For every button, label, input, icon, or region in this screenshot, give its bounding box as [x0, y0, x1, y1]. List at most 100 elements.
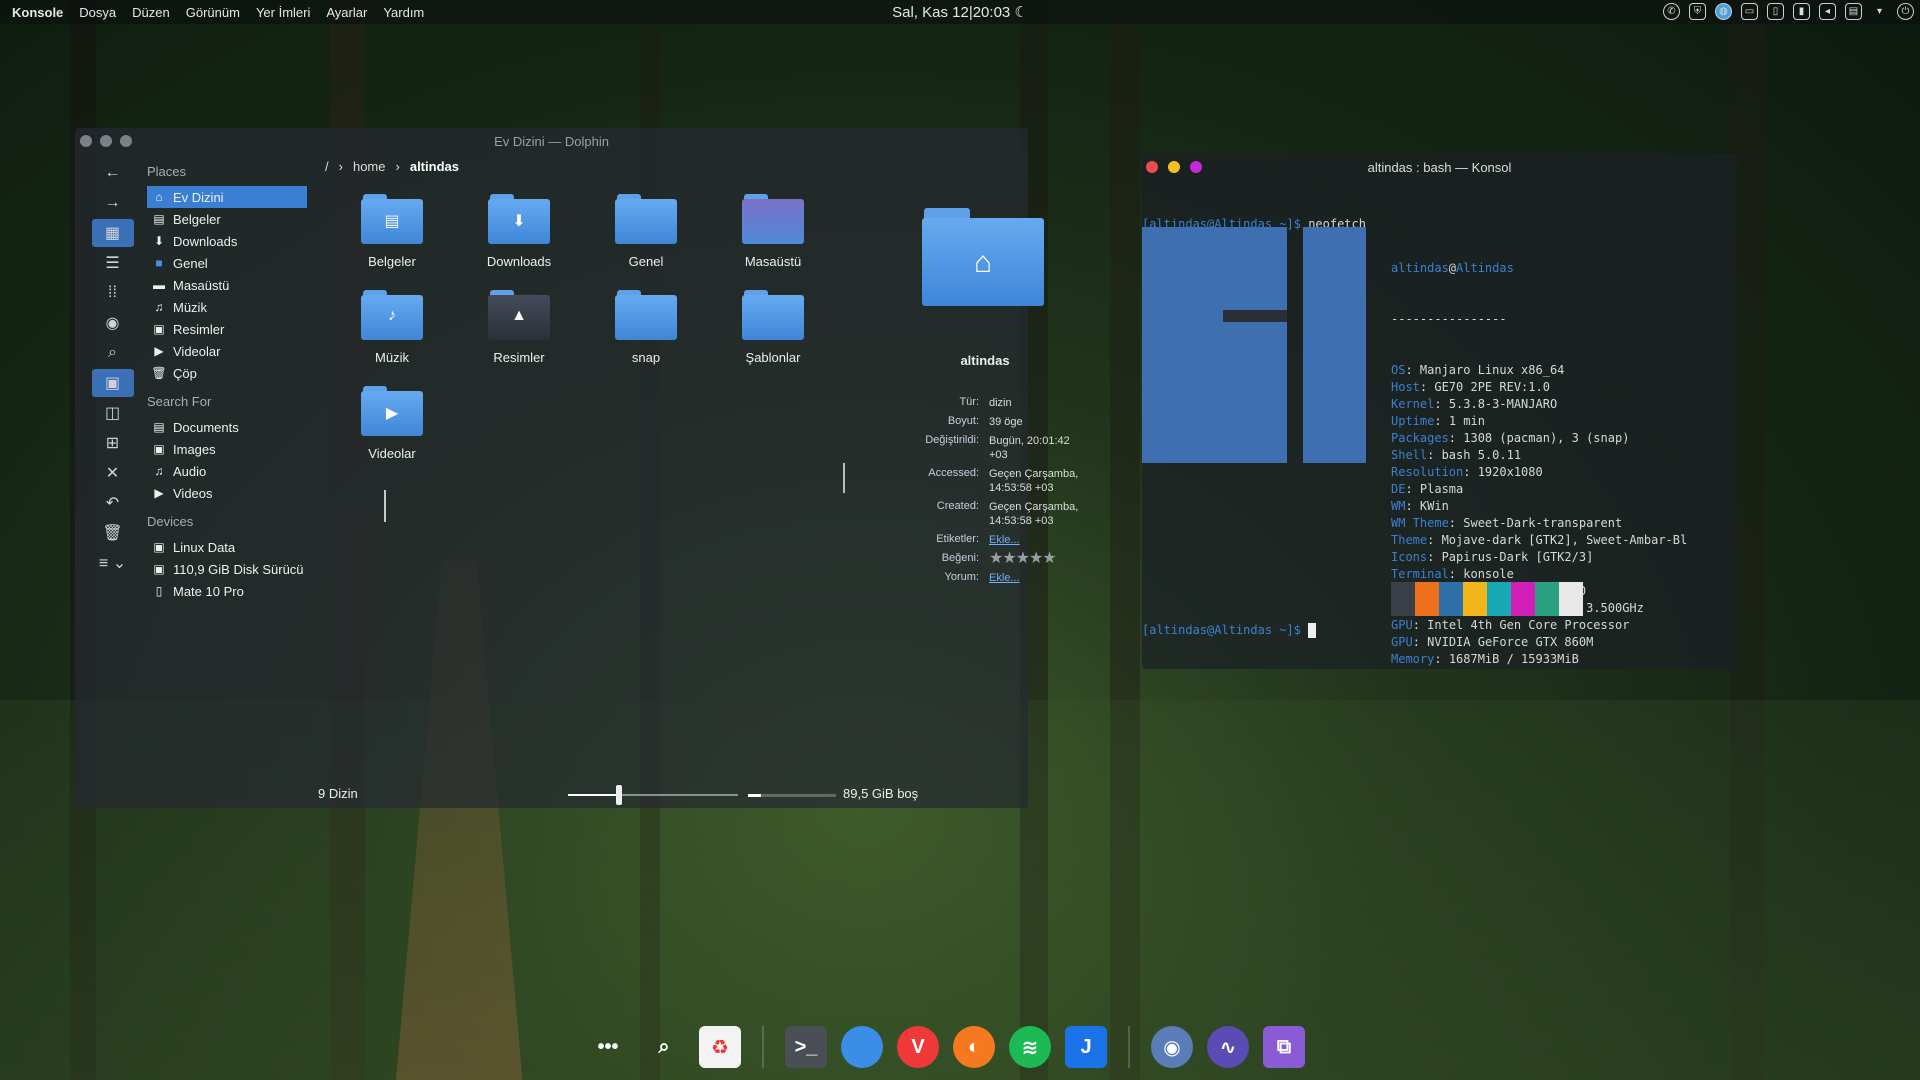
- file-sablonlar[interactable]: Şablonlar: [718, 290, 828, 365]
- search-audio[interactable]: ♫ Audio: [147, 460, 387, 482]
- prop-row: Tür: dizin: [959, 396, 1012, 409]
- home-icon: ⌂: [155, 190, 163, 204]
- neofetch-row: Resolution: 1920x1080: [1391, 465, 1543, 479]
- dolphin-titlebar[interactable]: Ev Dizini — Dolphin: [75, 128, 1028, 154]
- menu-dosya[interactable]: Dosya: [79, 5, 116, 20]
- folder-document-icon: ▤: [361, 194, 423, 244]
- network-globe-icon[interactable]: ◍: [1715, 3, 1732, 20]
- device-icon[interactable]: ▯: [1767, 3, 1784, 20]
- chevron-right-icon: ›: [395, 158, 400, 174]
- devices-header: Devices: [147, 514, 194, 529]
- battery-icon[interactable]: ▮: [1793, 3, 1810, 20]
- download-icon: ⬇: [153, 234, 165, 248]
- info-properties: Tür: dizin Boyut: 39 öge Değiştirildi: Bugü…: [845, 396, 1089, 590]
- prompt-line: [altindas@Altindas ~]$: [1142, 622, 1317, 639]
- device-linux-data[interactable]: ▣ Linux Data: [147, 536, 387, 558]
- compact-view-icon[interactable]: ⁞⁞: [92, 279, 134, 307]
- neofetch-row: Memory: 1687MiB / 15933MiB: [1391, 652, 1579, 666]
- color-swatch: [1415, 582, 1439, 616]
- document-icon: ▤: [153, 420, 165, 434]
- dock: ••• ⌕ ♻ >_ V ◐ ≋ J ◉ ∿ ⧉: [580, 1017, 1312, 1077]
- status-bar: 9 Dizin 89,5 GiB boş: [318, 784, 1008, 805]
- file-muzik[interactable]: ♪ Müzik: [337, 290, 447, 365]
- vivaldi-icon[interactable]: V: [897, 1026, 939, 1068]
- color-palette: [1391, 582, 1583, 616]
- clock[interactable]: Sal, Kas 12|20:03: [892, 4, 1010, 21]
- crumb-current[interactable]: altindas: [410, 159, 459, 174]
- file-genel[interactable]: Genel: [591, 194, 701, 269]
- menu-yer-imleri[interactable]: Yer İmleri: [256, 5, 310, 20]
- device-phone[interactable]: ▯ Mate 10 Pro: [147, 580, 387, 602]
- shield-icon[interactable]: ⛨: [1689, 3, 1706, 20]
- toggle-icon[interactable]: ◉: [1151, 1026, 1193, 1068]
- trash-icon[interactable]: 🗑: [92, 519, 134, 547]
- menu-ayarlar[interactable]: Ayarlar: [326, 5, 367, 20]
- firefox-icon[interactable]: ◐: [953, 1026, 995, 1068]
- dock-separator: [1128, 1026, 1130, 1068]
- search-icon[interactable]: ⌕: [643, 1026, 685, 1068]
- whatsapp-icon[interactable]: ✆: [1663, 3, 1680, 20]
- spotify-icon[interactable]: ≋: [1009, 1026, 1051, 1068]
- prop-row: Etiketler: Ekle...: [845, 533, 1089, 547]
- neofetch-row: Packages: 1308 (pacman), 3 (snap): [1391, 431, 1630, 445]
- file-resimler[interactable]: ▲ Resimler: [464, 290, 574, 365]
- back-icon[interactable]: ←: [92, 159, 134, 187]
- file-snap[interactable]: snap: [591, 290, 701, 365]
- preview-icon[interactable]: ◉: [92, 309, 134, 337]
- active-app-name[interactable]: Konsole: [12, 5, 63, 20]
- dolphin-icon[interactable]: [841, 1026, 883, 1068]
- joplin-icon[interactable]: J: [1065, 1026, 1107, 1068]
- more-icon[interactable]: •••: [587, 1026, 629, 1068]
- rating-stars[interactable]: ★★★★★: [989, 551, 1089, 567]
- display-icon[interactable]: ▭: [1741, 3, 1758, 20]
- place-ev-dizini[interactable]: ⌂ Ev Dizini: [147, 186, 307, 208]
- close-icon[interactable]: ✕: [92, 459, 134, 487]
- prop-row: Yorum: Ekle...: [845, 571, 1089, 585]
- chevron-down-icon[interactable]: ▾: [1871, 3, 1888, 20]
- new-tab-icon[interactable]: ⊞: [92, 429, 134, 457]
- undo-icon[interactable]: ↶: [92, 489, 134, 517]
- terminal-icon[interactable]: >_: [785, 1026, 827, 1068]
- clipboard-icon[interactable]: ▤: [1845, 3, 1862, 20]
- crumb-home[interactable]: home: [353, 159, 386, 174]
- icons-view-icon[interactable]: ▦: [91, 219, 134, 247]
- crop-icon[interactable]: ⧉: [1263, 1026, 1305, 1068]
- folder-icon: [742, 290, 804, 340]
- konsole-titlebar[interactable]: altindas : bash — Konsol: [1142, 154, 1737, 180]
- zoom-slider-handle[interactable]: [616, 785, 622, 805]
- file-downloads[interactable]: ⬇ Downloads: [464, 194, 574, 269]
- color-swatch: [1511, 582, 1535, 616]
- search-icon[interactable]: ⌕: [92, 339, 134, 367]
- image-icon[interactable]: ▣: [91, 369, 134, 397]
- device-disk[interactable]: ▣ 110,9 GiB Disk Sürücü: [147, 558, 387, 580]
- terminal-area[interactable]: [altindas@Altindas ~]$ neofetch altindas…: [1142, 182, 1737, 666]
- power-icon[interactable]: ⏻: [1897, 3, 1914, 20]
- neofetch-row: Shell: bash 5.0.11: [1391, 448, 1522, 462]
- volume-icon[interactable]: ◂: [1819, 3, 1836, 20]
- crumb-root[interactable]: /: [325, 159, 329, 174]
- place-cop[interactable]: 🗑 Çöp: [147, 362, 387, 384]
- details-view-icon[interactable]: ☰: [92, 249, 134, 277]
- hamburger-menu-icon[interactable]: ≡ ⌄: [92, 549, 134, 577]
- folder-icon: ■: [155, 256, 163, 270]
- text-cursor: [1308, 623, 1317, 638]
- recycle-icon[interactable]: ♻: [699, 1026, 741, 1068]
- places-scrollbar[interactable]: [384, 490, 386, 522]
- global-menu: Konsole Dosya Düzen Görünüm Yer İmleri A…: [0, 5, 440, 20]
- split-icon[interactable]: ◫: [92, 399, 134, 427]
- folder-pictures-icon: ▲: [488, 290, 550, 340]
- search-videos[interactable]: ▶ Videos: [147, 482, 387, 504]
- info-name: altindas: [960, 353, 1010, 368]
- file-videolar[interactable]: ▶ Videolar: [337, 386, 447, 461]
- menu-duzen[interactable]: Düzen: [132, 5, 170, 20]
- zoom-slider[interactable]: [568, 785, 738, 805]
- forward-icon[interactable]: →: [92, 189, 134, 217]
- file-masaustu[interactable]: Masaüstü: [718, 194, 828, 269]
- file-belgeler[interactable]: ▤ Belgeler: [337, 194, 447, 269]
- monitor-icon[interactable]: ∿: [1207, 1026, 1249, 1068]
- comment-add-link[interactable]: Ekle...: [989, 571, 1089, 585]
- tags-add-link[interactable]: Ekle...: [989, 533, 1089, 547]
- folder-icon: [615, 290, 677, 340]
- menu-gorunum[interactable]: Görünüm: [186, 5, 240, 20]
- menu-yardim[interactable]: Yardım: [383, 5, 424, 20]
